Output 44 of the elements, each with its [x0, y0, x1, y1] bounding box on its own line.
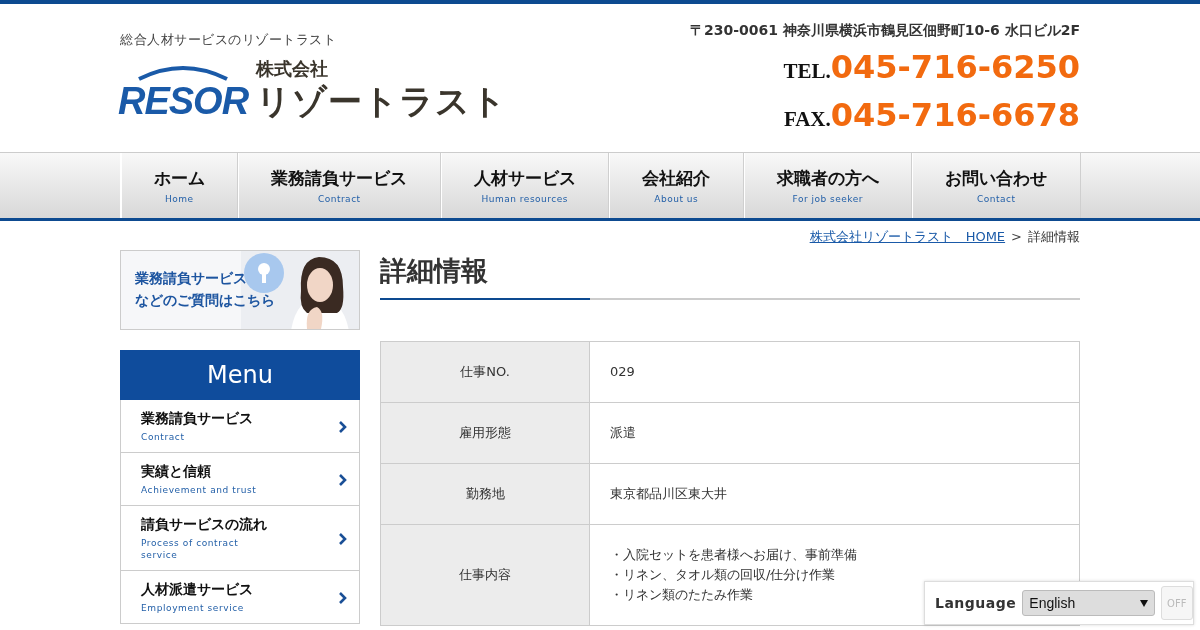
table-header-cell: 雇用形態 — [381, 403, 590, 463]
caret-icon — [1139, 599, 1148, 607]
page-title: 詳細情報 — [380, 254, 489, 288]
table-cell-text: ・入院セットを患者様へお届け、事前準備 — [610, 546, 857, 564]
breadcrumb-link[interactable]: 株式会社リゾートラスト HOME — [809, 229, 1006, 244]
table-cell-text: 029 — [610, 363, 635, 381]
language-select[interactable]: English — [1022, 590, 1155, 616]
chevron-icon — [338, 420, 347, 433]
breadcrumb-separator: > — [1011, 229, 1022, 244]
tel-label: TEL. — [783, 59, 831, 84]
table-cell-text: ・リネン、タオル類の回収/仕分け作業 — [610, 566, 836, 584]
question-banner[interactable]: 業務請負サービス などのご質問はこちら — [120, 250, 360, 330]
menu-item[interactable]: 実績と信頼 Achievement and trust — [120, 453, 360, 506]
table-cell-text: 東京都品川区東大井 — [610, 485, 727, 503]
banner-text: などのご質問はこちら — [135, 291, 275, 310]
menu-heading: Menu — [120, 350, 360, 400]
table-cell-text: ・リネン類のたたみ作業 — [610, 586, 753, 604]
company-name: リゾートラスト — [256, 81, 507, 121]
language-label: Language — [935, 595, 1017, 611]
nav-item[interactable]: 人材サービス Human resources — [440, 153, 609, 218]
nav-item[interactable]: 会社紹介 About us — [609, 153, 744, 218]
table-header-cell: 仕事NO. — [381, 342, 590, 402]
tel-number: 045-716-6250 — [830, 47, 1080, 88]
chevron-icon — [338, 591, 347, 604]
fax-number: 045-716-6678 — [830, 95, 1080, 136]
tagline: 総合人材サービスのリゾートラスト — [120, 31, 337, 49]
banner-text: 業務請負サービス — [135, 269, 247, 288]
nav-item[interactable]: お問い合わせ Contact — [912, 153, 1081, 218]
address: 〒230-0061 神奈川県横浜市鶴見区佃野町10-6 水口ビル2F — [689, 22, 1080, 40]
chevron-icon — [338, 473, 347, 486]
table-header-cell: 勤務地 — [381, 464, 590, 524]
nav-item[interactable]: 求職者の方へ For job seeker — [743, 153, 912, 218]
menu-item[interactable]: 業務請負サービス Contract — [120, 400, 360, 453]
chevron-icon — [338, 532, 347, 545]
fax-label: FAX. — [783, 107, 831, 132]
table-cell-text: 派遣 — [610, 424, 636, 442]
nav-item[interactable]: 業務請負サービス Contract — [238, 153, 441, 218]
table-header-cell: 仕事内容 — [381, 525, 590, 625]
menu-item[interactable]: 請負サービスの流れ Process of contract service — [120, 506, 360, 571]
breadcrumb-current: 詳細情報 — [1028, 229, 1080, 244]
company-prefix: 株式会社 — [256, 57, 329, 81]
nav-item[interactable]: ホーム Home — [120, 153, 238, 218]
menu-item[interactable]: 人材派遣サービス Employment service — [120, 571, 360, 624]
logo-mark: RESOR — [117, 81, 249, 121]
